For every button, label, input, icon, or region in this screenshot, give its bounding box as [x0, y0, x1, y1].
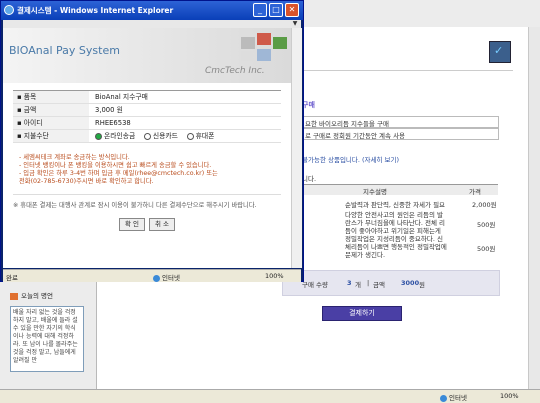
- popup-status-bar: 완료 인터넷 100%: [3, 269, 301, 282]
- column-header-price: 가격: [469, 188, 481, 196]
- pay-option-card[interactable]: 신용카드: [143, 132, 178, 140]
- pay-method-options: 온라인송금 신용카드 휴대폰: [95, 130, 214, 142]
- quote-tab-label: 오늘의 명언: [21, 292, 53, 300]
- note-line: - 입금 확인은 하루 3-4번 하며 입금 후 메일(rhee@cmctech…: [19, 170, 218, 177]
- zone-label: 인터넷: [440, 392, 467, 402]
- ie-icon: [4, 5, 14, 15]
- company-name: CmcTech Inc.: [205, 66, 265, 76]
- form-label: ▪ 아이디: [13, 117, 89, 129]
- divider: [301, 70, 513, 71]
- form-row-amount: ▪ 금액 3,000 원: [13, 104, 281, 117]
- minimize-button[interactable]: _: [253, 3, 267, 17]
- title-bar[interactable]: 결제시스템 - Windows Internet Explorer _ □ ✕: [1, 1, 303, 20]
- confirm-button[interactable]: 확 인: [119, 218, 145, 231]
- header-banner: BIOAnal Pay System CmcTech Inc.: [3, 28, 301, 83]
- zoom-level[interactable]: 100%: [265, 272, 284, 280]
- info-line-3[interactable]: 불가능한 상품입니다. (자세히 보기): [302, 154, 399, 164]
- payment-popup-window: 결제시스템 - Windows Internet Explorer _ □ ✕ …: [0, 0, 304, 282]
- table-row-price: 500원: [477, 221, 496, 229]
- zone-label: 인터넷: [153, 272, 180, 282]
- form-value: 3,000 원: [95, 106, 123, 114]
- summary-quantity-label: 구매 수량: [302, 281, 328, 289]
- status-text: 완료: [6, 274, 18, 282]
- note-line: - 인터넷 뱅킹이나 폰 뱅킹을 이용하시면 쉽고 빠르게 송금할 수 있습니다…: [19, 162, 212, 169]
- note-line: - 세엠씨테크 계좌로 송금하는 방식입니다.: [19, 154, 130, 161]
- column-header-description: 지수설명: [363, 188, 387, 196]
- phone-payment-notice: ※ 휴대폰 결제는 대행사 관계로 잠시 이용이 불가하니 다른 결제수단으로 …: [13, 202, 257, 209]
- cubes-logo-icon: [241, 33, 287, 61]
- radio-button[interactable]: [95, 132, 102, 140]
- quote-of-day-tab: 오늘의 명언: [10, 290, 84, 302]
- form-label: ▪ 금액: [13, 104, 89, 116]
- radio-button[interactable]: [143, 132, 151, 140]
- info-line-4: 니다.: [302, 175, 317, 183]
- form-value: BioAnal 지수구매: [95, 93, 148, 101]
- form-row-pay-method: ▪ 지불수단 온라인송금 신용카드 휴대폰: [13, 130, 281, 143]
- summary-quantity-unit: 개: [355, 281, 361, 289]
- table-row-price: 2,000원: [472, 201, 497, 209]
- globe-icon: [153, 274, 160, 282]
- payment-notes: - 세엠씨테크 계좌로 송금하는 방식입니다. - 인터넷 뱅킹이나 폰 뱅킹을…: [19, 154, 289, 186]
- quote-textarea[interactable]: 배울 자리 없는 것을 걱정하지 말고, 배울에 들라 설 수 있을 만한 자기…: [10, 306, 84, 372]
- chevron-down-icon[interactable]: ▼: [291, 20, 299, 28]
- quote-icon: [10, 292, 18, 300]
- top-scroll-strip: ▼: [3, 20, 301, 28]
- cancel-button[interactable]: 취 소: [149, 218, 175, 231]
- radio-button[interactable]: [186, 132, 194, 140]
- form-value: RHEE6538: [95, 119, 131, 127]
- table-row-price: 500원: [477, 245, 496, 253]
- note-line: 전화(02-785-6730)주시면 바로 확인하고 합니다.: [19, 178, 154, 185]
- payment-form: ▪ 품목 BioAnal 지수구매 ▪ 금액 3,000 원 ▪ 아이디 RHE…: [13, 90, 281, 143]
- info-line-1: 요한 바이오리듬 지수들을 구매: [305, 120, 389, 128]
- info-line-2: 로 구매로 정회원 기간동안 계속 사용: [305, 132, 406, 140]
- brand-title: BIOAnal Pay System: [9, 44, 120, 57]
- summary-amount-unit: 원: [419, 281, 425, 289]
- globe-icon: [440, 394, 447, 402]
- maximize-button[interactable]: □: [269, 3, 283, 17]
- summary-separator: |: [367, 279, 370, 287]
- pay-option-phone[interactable]: 휴대폰: [186, 132, 214, 140]
- pay-option-online[interactable]: 온라인송금: [95, 132, 135, 140]
- table-row-desc: 정밀작업은 지성리듬이 중요하다. 신체리듬이 나쁘면 행동적인 정밀작업에 문…: [345, 235, 447, 259]
- form-label: ▪ 지불수단: [13, 130, 89, 142]
- window-title: 결제시스템 - Windows Internet Explorer: [17, 6, 174, 15]
- popup-page: BIOAnal Pay System CmcTech Inc. ▪ 품목 Bio…: [3, 28, 301, 268]
- table-row-desc: 순발력과 판단력, 신중한 자세가 필요: [345, 201, 446, 209]
- zoom-level[interactable]: 100%: [500, 392, 519, 400]
- close-button[interactable]: ✕: [285, 3, 299, 17]
- form-row-id: ▪ 아이디 RHEE6538: [13, 117, 281, 130]
- summary-quantity: 3: [347, 279, 352, 287]
- background-status-bar: 인터넷 100%: [0, 389, 540, 403]
- summary-amount-label: 금액: [373, 281, 385, 289]
- form-row-item: ▪ 품목 BioAnal 지수구매: [13, 91, 281, 104]
- form-label: ▪ 품목: [13, 91, 89, 103]
- summary-amount: 3000: [401, 279, 420, 287]
- popup-scrollbar[interactable]: [291, 28, 302, 268]
- security-shield-icon: [489, 41, 511, 63]
- page-scrollbar[interactable]: [528, 27, 540, 389]
- pay-button[interactable]: 결제하기: [322, 306, 402, 321]
- table-row-desc: 다양한 안전사고의 원인은 리듬의 발란스가 무너짐을에 나타난다. 전체 리듬…: [345, 211, 446, 235]
